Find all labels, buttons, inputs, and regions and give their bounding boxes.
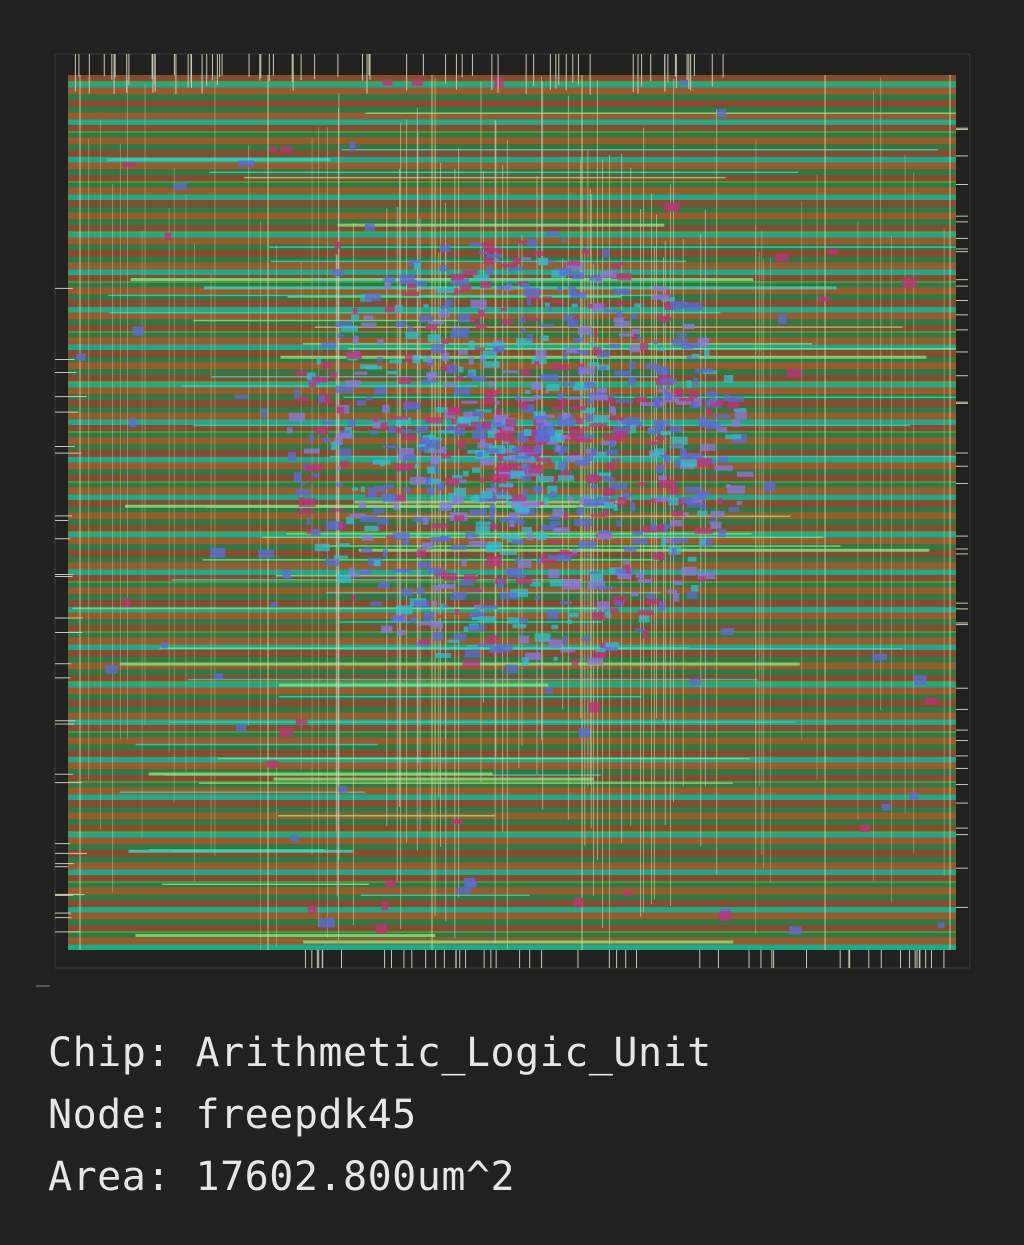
chip-name-line: Chip: Arithmetic_Logic_Unit xyxy=(48,1022,712,1084)
area-line: Area: 17602.800um^2 xyxy=(48,1146,712,1208)
chip-layout-image xyxy=(0,0,1024,1000)
chip-layout-view xyxy=(0,0,1024,1000)
chip-area: 17602.800um^2 xyxy=(195,1154,516,1200)
chip-label: Chip: xyxy=(48,1030,171,1076)
area-label: Area: xyxy=(48,1154,171,1200)
chip-info-panel: Chip: Arithmetic_Logic_Unit Node: freepd… xyxy=(48,1022,712,1208)
node-label: Node: xyxy=(48,1092,171,1138)
process-node-line: Node: freepdk45 xyxy=(48,1084,712,1146)
chip-name: Arithmetic_Logic_Unit xyxy=(195,1030,712,1076)
process-node: freepdk45 xyxy=(195,1092,417,1138)
